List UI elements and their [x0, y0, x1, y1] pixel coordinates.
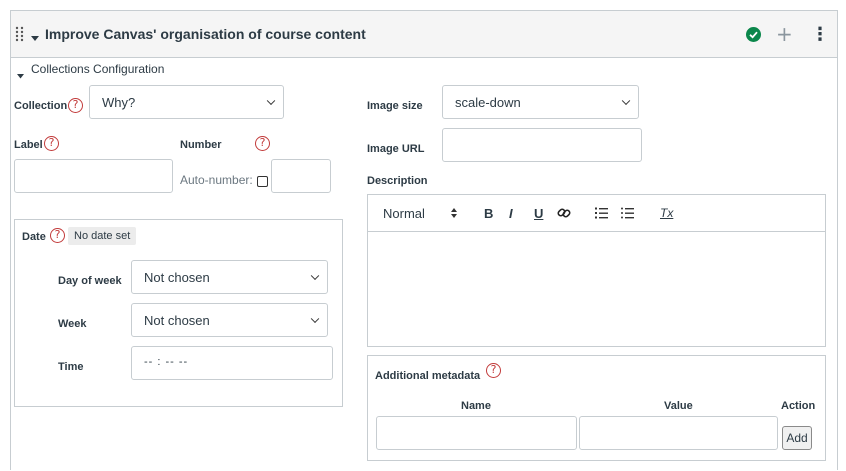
- metadata-col-action: Action: [781, 400, 816, 412]
- number-label: Number: [180, 139, 222, 151]
- image-url-label: Image URL: [367, 143, 425, 155]
- metadata-name-input[interactable]: [376, 416, 577, 450]
- description-label: Description: [367, 175, 428, 187]
- link-icon[interactable]: [557, 206, 571, 223]
- image-size-label: Image size: [367, 100, 423, 112]
- format-updown-icon[interactable]: [451, 207, 457, 221]
- metadata-help-icon[interactable]: ?: [486, 363, 501, 378]
- date-help-icon[interactable]: ?: [50, 228, 65, 243]
- auto-number-label: Auto-number:: [180, 173, 253, 187]
- day-of-week-value: Not chosen: [144, 270, 210, 285]
- week-label: Week: [58, 318, 87, 330]
- add-icon[interactable]: +: [776, 22, 793, 46]
- chevron-down-icon: [621, 96, 631, 106]
- format-select[interactable]: Normal: [383, 206, 425, 221]
- section-title: Collections Configuration: [31, 62, 165, 76]
- collapse-triangle-icon[interactable]: [31, 31, 39, 45]
- collection-select[interactable]: Why?: [89, 85, 284, 119]
- number-help-icon[interactable]: ?: [255, 136, 270, 151]
- day-of-week-select[interactable]: Not chosen: [131, 260, 328, 294]
- underline-button[interactable]: U: [534, 206, 543, 221]
- week-value: Not chosen: [144, 313, 210, 328]
- image-size-value: scale-down: [455, 95, 521, 110]
- clear-format-button[interactable]: Tx: [660, 206, 673, 220]
- bold-button[interactable]: B: [484, 206, 493, 221]
- bullet-list-icon[interactable]: [621, 207, 634, 222]
- collection-label: Collection: [14, 100, 68, 112]
- section-collapse-icon[interactable]: [17, 68, 24, 82]
- metadata-value-input[interactable]: [579, 416, 778, 450]
- week-select[interactable]: Not chosen: [131, 303, 328, 337]
- label-field-label: Label: [14, 139, 43, 151]
- collection-help-icon[interactable]: ?: [68, 98, 83, 113]
- card-title: Improve Canvas' organisation of course c…: [45, 26, 366, 42]
- status-check-icon: [746, 27, 761, 45]
- auto-number-checkbox[interactable]: [257, 176, 268, 187]
- image-size-select[interactable]: scale-down: [442, 85, 639, 119]
- more-options-icon[interactable]: ⋮: [811, 24, 829, 45]
- metadata-col-value: Value: [664, 400, 693, 412]
- metadata-add-button[interactable]: Add: [782, 426, 812, 450]
- metadata-col-name: Name: [461, 400, 491, 412]
- time-placeholder: -- : -- --: [144, 356, 189, 368]
- day-of-week-label: Day of week: [58, 275, 122, 287]
- chevron-down-icon: [310, 314, 320, 324]
- date-status-badge: No date set: [68, 227, 137, 245]
- label-help-icon[interactable]: ?: [44, 136, 59, 151]
- collection-value: Why?: [102, 95, 136, 110]
- date-label: Date: [22, 231, 46, 243]
- number-input[interactable]: [271, 159, 331, 193]
- drag-handle-icon[interactable]: [15, 26, 25, 42]
- metadata-label: Additional metadata: [375, 370, 481, 382]
- ordered-list-icon[interactable]: [595, 207, 608, 222]
- italic-button[interactable]: I: [509, 206, 513, 221]
- time-label: Time: [58, 361, 84, 373]
- image-url-input[interactable]: [442, 128, 642, 162]
- time-input[interactable]: -- : -- --: [131, 346, 333, 380]
- chevron-down-icon: [266, 96, 276, 106]
- chevron-down-icon: [310, 271, 320, 281]
- label-input[interactable]: [14, 159, 173, 193]
